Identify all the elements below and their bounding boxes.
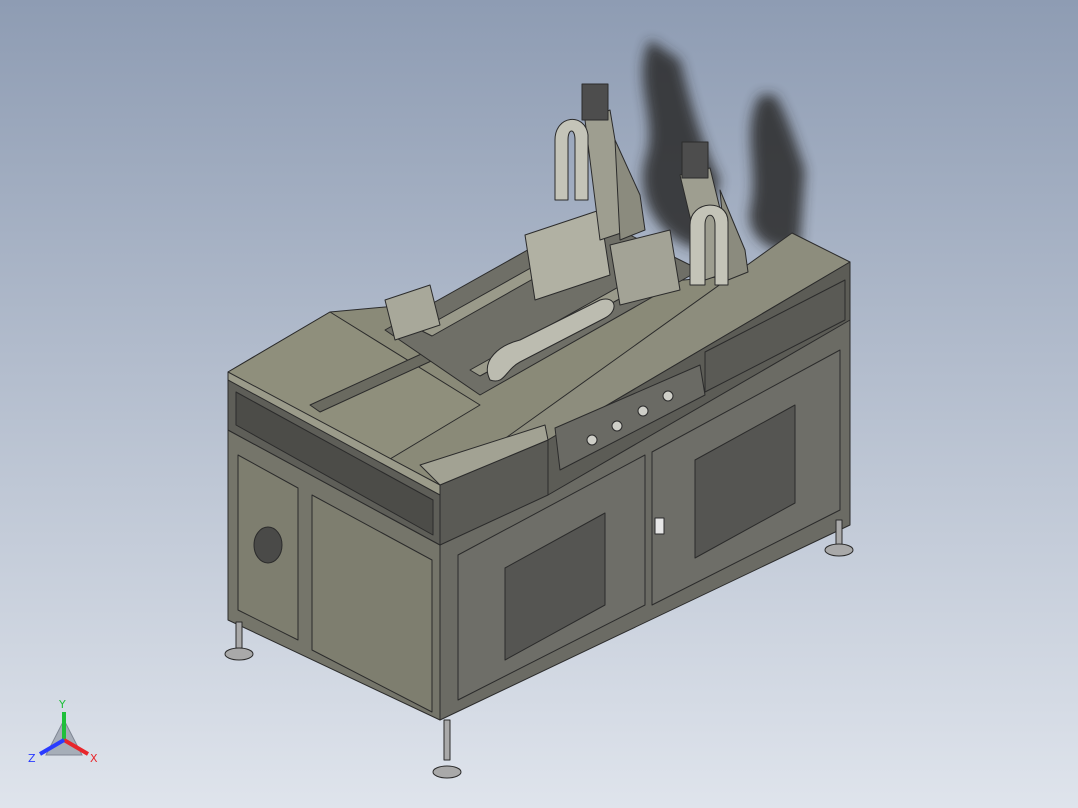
door-latch[interactable] — [654, 517, 665, 535]
cable-port-icon — [253, 526, 283, 564]
y-axis-label: Y — [58, 698, 66, 711]
panel-knob-4[interactable] — [662, 390, 674, 402]
servo-motor-1 — [581, 83, 609, 121]
model-canvas[interactable]: Y X Z — [0, 0, 1078, 808]
z-axis-label: Z — [28, 752, 36, 765]
panel-knob-1[interactable] — [586, 434, 598, 446]
cad-viewport[interactable]: Y X Z — [0, 0, 1078, 808]
x-axis-label: X — [90, 752, 98, 765]
panel-knob-3[interactable] — [637, 405, 649, 417]
servo-motor-2 — [681, 141, 709, 179]
panel-knob-2[interactable] — [611, 420, 623, 432]
